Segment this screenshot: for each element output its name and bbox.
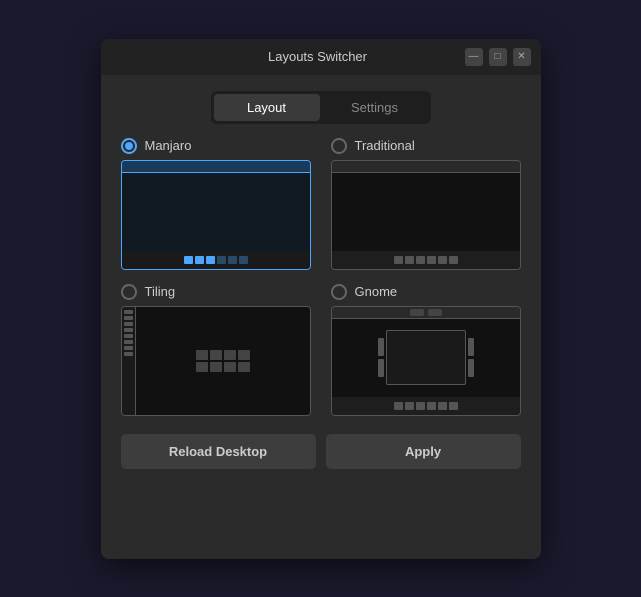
manjaro-preview[interactable]: [121, 160, 311, 270]
gnome-app-left-2: [378, 359, 384, 377]
sidebar-dot-6: [124, 340, 133, 344]
manjaro-radio[interactable]: [121, 138, 137, 154]
main-window: Layouts Switcher — □ ✕ Layout Settings M…: [101, 39, 541, 559]
tiling-sidebar: [122, 307, 136, 415]
gnome-body: [332, 319, 520, 397]
gnome-radio-label[interactable]: Gnome: [331, 284, 521, 300]
action-buttons: Reload Desktop Apply: [121, 434, 521, 469]
maximize-button[interactable]: □: [489, 48, 507, 66]
trad-dot-3: [416, 256, 425, 264]
apply-button[interactable]: Apply: [326, 434, 521, 469]
sidebar-dot-8: [124, 352, 133, 356]
trad-dot-6: [449, 256, 458, 264]
gnome-dot-4: [427, 402, 436, 410]
gnome-bottom-dots: [394, 402, 458, 410]
sidebar-dot-1: [124, 310, 133, 314]
tiling-app-3: [224, 350, 236, 360]
trad-dot-2: [405, 256, 414, 264]
tab-layout[interactable]: Layout: [214, 94, 320, 121]
gnome-dot-3: [416, 402, 425, 410]
close-button[interactable]: ✕: [513, 48, 531, 66]
tiling-radio-label[interactable]: Tiling: [121, 284, 311, 300]
tiling-app-7: [224, 362, 236, 372]
layout-option-traditional[interactable]: Traditional: [331, 138, 521, 270]
trad-dot-1: [394, 256, 403, 264]
traditional-radio[interactable]: [331, 138, 347, 154]
sidebar-dot-4: [124, 328, 133, 332]
gnome-label: Gnome: [355, 284, 398, 299]
traditional-preview-inner: [332, 161, 520, 269]
gnome-window: [386, 330, 466, 385]
gnome-app-right-2: [468, 359, 474, 377]
tiling-radio[interactable]: [121, 284, 137, 300]
tiling-preview[interactable]: [121, 306, 311, 416]
tiling-app-1: [196, 350, 208, 360]
traditional-label: Traditional: [355, 138, 415, 153]
gnome-topbar: [332, 307, 520, 319]
manjaro-taskbar-dots: [184, 256, 248, 264]
window-content: Layout Settings Manjaro: [101, 75, 541, 559]
gnome-dot-1: [394, 402, 403, 410]
trad-dot-5: [438, 256, 447, 264]
sidebar-dot-7: [124, 346, 133, 350]
gnome-left-apps: [376, 338, 386, 377]
dot-6: [239, 256, 248, 264]
tiling-preview-inner: [122, 307, 310, 415]
tiling-app-5: [196, 362, 208, 372]
layout-option-manjaro[interactable]: Manjaro: [121, 138, 311, 270]
sidebar-dot-2: [124, 316, 133, 320]
gnome-app-left-1: [378, 338, 384, 356]
dot-5: [228, 256, 237, 264]
manjaro-taskbar: [122, 251, 310, 269]
tiling-apps-grid: [196, 350, 250, 372]
manjaro-preview-inner: [122, 161, 310, 269]
layout-option-gnome[interactable]: Gnome: [331, 284, 521, 416]
gnome-dot-2: [405, 402, 414, 410]
gnome-dot-6: [449, 402, 458, 410]
gnome-topbar-btn-1: [410, 309, 424, 316]
dot-3: [206, 256, 215, 264]
trad-dot-4: [427, 256, 436, 264]
manjaro-radio-label[interactable]: Manjaro: [121, 138, 311, 154]
tiling-app-2: [210, 350, 222, 360]
tiling-main-area: [136, 307, 310, 415]
tiling-app-6: [210, 362, 222, 372]
dot-1: [184, 256, 193, 264]
tiling-app-4: [238, 350, 250, 360]
gnome-right-apps: [466, 338, 476, 377]
gnome-app-right-1: [468, 338, 474, 356]
gnome-bottom-bar: [332, 397, 520, 415]
dot-2: [195, 256, 204, 264]
layout-option-tiling[interactable]: Tiling: [121, 284, 311, 416]
titlebar: Layouts Switcher — □ ✕: [101, 39, 541, 75]
manjaro-body: [122, 173, 310, 251]
titlebar-controls: — □ ✕: [465, 48, 531, 66]
traditional-radio-label[interactable]: Traditional: [331, 138, 521, 154]
tiling-label: Tiling: [145, 284, 176, 299]
layouts-grid: Manjaro: [121, 138, 521, 416]
gnome-topbar-btn-2: [428, 309, 442, 316]
traditional-body: [332, 173, 520, 251]
sidebar-dot-5: [124, 334, 133, 338]
traditional-taskbar: [332, 251, 520, 269]
sidebar-dot-3: [124, 322, 133, 326]
manjaro-label: Manjaro: [145, 138, 192, 153]
window-title: Layouts Switcher: [171, 49, 465, 64]
gnome-radio[interactable]: [331, 284, 347, 300]
tab-settings[interactable]: Settings: [322, 94, 428, 121]
minimize-button[interactable]: —: [465, 48, 483, 66]
gnome-preview-inner: [332, 307, 520, 415]
traditional-topbar: [332, 161, 520, 173]
tab-bar: Layout Settings: [211, 91, 431, 124]
tiling-app-8: [238, 362, 250, 372]
manjaro-topbar: [122, 161, 310, 173]
reload-desktop-button[interactable]: Reload Desktop: [121, 434, 316, 469]
traditional-preview[interactable]: [331, 160, 521, 270]
gnome-preview[interactable]: [331, 306, 521, 416]
traditional-taskbar-dots: [394, 256, 458, 264]
gnome-dot-5: [438, 402, 447, 410]
dot-4: [217, 256, 226, 264]
